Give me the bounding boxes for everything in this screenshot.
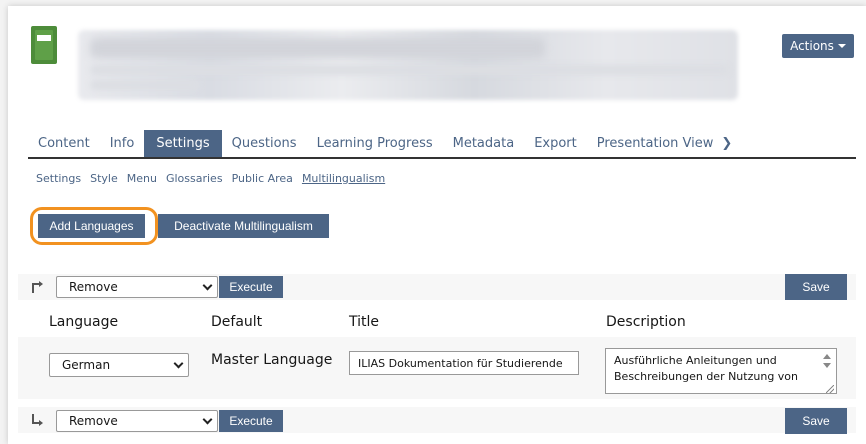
subtab-settings[interactable]: Settings (36, 172, 81, 185)
chevron-down-icon (173, 358, 184, 368)
arrow-down-right-icon (32, 414, 43, 426)
tab-export[interactable]: Export (524, 136, 587, 157)
chevron-down-icon (202, 414, 213, 424)
column-header-title: Title (349, 314, 380, 330)
bulk-action-select-bottom[interactable]: Remove (56, 410, 218, 432)
scroll-down-icon[interactable] (823, 363, 831, 368)
execute-button-bottom[interactable]: Execute (219, 410, 283, 432)
subtab-public-area[interactable]: Public Area (232, 172, 293, 185)
bulk-action-value: Remove (69, 280, 118, 294)
actions-label: Actions (790, 39, 834, 53)
blurred-description-line (90, 80, 200, 90)
description-textarea[interactable]: Ausführliche Anleitungen und Beschreibun… (605, 348, 837, 394)
column-header-language: Language (49, 314, 119, 330)
resize-grip-icon[interactable] (826, 385, 834, 393)
add-languages-button[interactable]: Add Languages (38, 214, 145, 238)
blurred-title-line (90, 38, 545, 58)
main-tabs: Content Info Settings Questions Learning… (28, 130, 856, 159)
language-select[interactable]: German (49, 353, 189, 377)
subtab-glossaries[interactable]: Glossaries (166, 172, 223, 185)
tab-content[interactable]: Content (28, 136, 100, 157)
caret-down-icon (837, 44, 846, 48)
chevron-right-icon[interactable]: ❯ (717, 136, 734, 157)
actions-button[interactable]: Actions (782, 34, 854, 58)
book-icon (31, 26, 57, 64)
scroll-up-icon[interactable] (823, 354, 831, 359)
tab-presentation-view[interactable]: Presentation View (587, 136, 718, 157)
arrow-up-right-icon (32, 281, 43, 293)
subtab-multilingualism[interactable]: Multilingualism (302, 172, 385, 185)
tab-metadata[interactable]: Metadata (443, 136, 525, 157)
title-input[interactable]: ILIAS Dokumentation für Studierende (349, 351, 579, 375)
subtab-style[interactable]: Style (90, 172, 118, 185)
column-header-default: Default (211, 314, 263, 330)
default-language-label: Master Language (211, 352, 333, 368)
save-button-bottom[interactable]: Save (785, 408, 847, 434)
bulk-action-value: Remove (69, 414, 118, 428)
subtab-menu[interactable]: Menu (127, 172, 157, 185)
tab-info[interactable]: Info (100, 136, 145, 157)
tab-questions[interactable]: Questions (222, 136, 307, 157)
language-value: German (62, 358, 111, 372)
sub-tabs: Settings Style Menu Glossaries Public Ar… (36, 172, 385, 185)
execute-button-top[interactable]: Execute (219, 276, 283, 298)
description-line: Ausführliche Anleitungen und (614, 354, 777, 367)
save-button-top[interactable]: Save (785, 274, 847, 300)
title-value: ILIAS Dokumentation für Studierende (358, 356, 563, 370)
description-line: Beschreibungen der Nutzung von (614, 370, 799, 383)
blurred-description-line (90, 65, 730, 75)
tab-learning-progress[interactable]: Learning Progress (307, 136, 443, 157)
column-header-description: Description (606, 314, 686, 330)
bulk-action-select-top[interactable]: Remove (56, 276, 218, 298)
chevron-down-icon (202, 280, 213, 290)
tab-settings[interactable]: Settings (144, 130, 222, 157)
deactivate-multilingualism-button[interactable]: Deactivate Multilingualism (158, 214, 329, 238)
